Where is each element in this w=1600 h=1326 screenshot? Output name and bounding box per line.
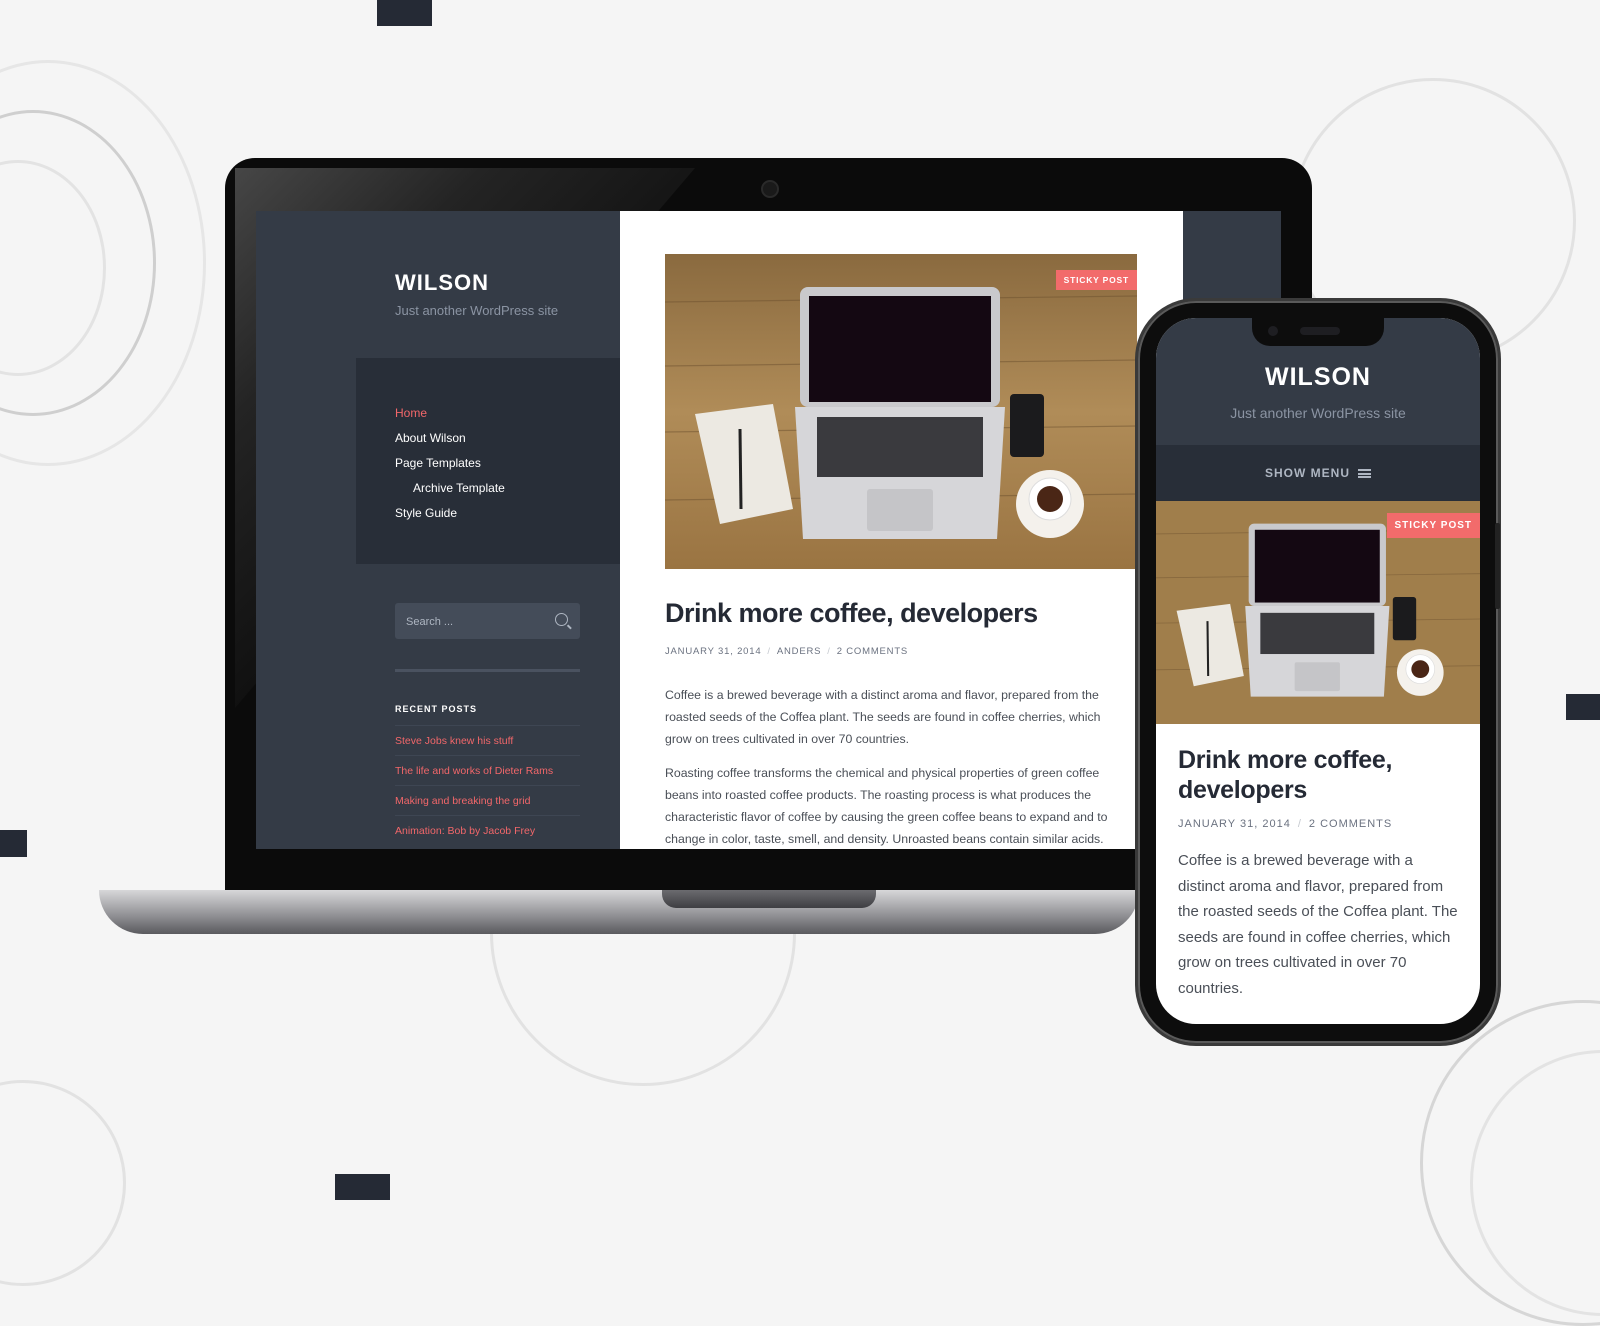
- main-navigation: Home About Wilson Page Templates Archive…: [356, 358, 620, 564]
- search-input[interactable]: [395, 603, 548, 641]
- phone-site-title[interactable]: WILSON: [1156, 363, 1480, 392]
- phone-featured-image[interactable]: STICKY POST: [1156, 501, 1480, 724]
- decorative-square: [377, 0, 432, 26]
- nav-item-style-guide[interactable]: Style Guide: [395, 506, 457, 520]
- nav-item-archive-template[interactable]: Archive Template: [413, 481, 505, 495]
- decorative-square: [0, 830, 27, 857]
- recent-post-link[interactable]: Steve Jobs knew his stuff: [395, 725, 580, 747]
- post-meta: JANUARY 31, 2014 / ANDERS / 2 COMMENTS: [665, 646, 908, 657]
- post-content: STICKY POST Drink more coffee, developer…: [620, 211, 1183, 849]
- laptop-base: [99, 890, 1139, 934]
- meta-separator: /: [767, 646, 771, 657]
- meta-separator: /: [1297, 818, 1302, 830]
- show-menu-label: SHOW MENU: [1265, 466, 1350, 480]
- phone-side-button: [1495, 523, 1500, 609]
- sidebar: WILSON Just another WordPress site Home …: [256, 211, 620, 849]
- nav-item-about-wilson[interactable]: About Wilson: [395, 431, 466, 445]
- recent-post-link[interactable]: The life and works of Dieter Rams: [395, 755, 580, 777]
- meta-separator: /: [827, 646, 831, 657]
- phone-screen: WILSON Just another WordPress site SHOW …: [1156, 318, 1480, 1024]
- decorative-square: [335, 1174, 390, 1200]
- post-comments[interactable]: 2 COMMENTS: [1309, 818, 1392, 830]
- post-date[interactable]: JANUARY 31, 2014: [1178, 818, 1291, 830]
- post-title[interactable]: Drink more coffee, developers: [665, 598, 1038, 629]
- sticky-post-badge: STICKY POST: [1386, 513, 1480, 538]
- laptop-screen: WILSON Just another WordPress site Home …: [256, 211, 1281, 849]
- laptop-camera: [761, 180, 779, 198]
- site-description: Just another WordPress site: [395, 303, 559, 318]
- recent-post-link[interactable]: Making and breaking the grid: [395, 785, 580, 807]
- phone-speaker: [1300, 327, 1340, 335]
- hamburger-icon: [1358, 469, 1371, 479]
- decorative-square: [1566, 694, 1600, 720]
- site-title[interactable]: WILSON: [395, 270, 489, 296]
- decorative-ring: [0, 1080, 126, 1286]
- recent-posts-title: RECENT POSTS: [395, 704, 478, 714]
- phone-camera: [1268, 326, 1278, 336]
- laptop-opening-notch: [662, 890, 876, 908]
- phone-site-description: Just another WordPress site: [1230, 405, 1406, 421]
- divider: [395, 669, 580, 672]
- post-comments[interactable]: 2 COMMENTS: [837, 646, 908, 657]
- post-body: Coffee is a brewed beverage with a disti…: [665, 684, 1120, 849]
- post-author[interactable]: ANDERS: [777, 646, 821, 657]
- nav-item-home[interactable]: Home: [395, 406, 427, 420]
- phone-post-title[interactable]: Drink more coffee, developers: [1178, 745, 1458, 805]
- post-paragraph: Coffee is a brewed beverage with a disti…: [665, 688, 1101, 746]
- nav-item-page-templates[interactable]: Page Templates: [395, 456, 481, 470]
- post-paragraph: Roasting coffee transforms the chemical …: [665, 766, 1108, 846]
- phone-post-meta: JANUARY 31, 2014 / 2 COMMENTS: [1178, 818, 1392, 830]
- laptop-coffee-photo: [665, 254, 1137, 569]
- search-icon[interactable]: [555, 613, 568, 626]
- search-form: [395, 603, 580, 641]
- show-menu-button[interactable]: SHOW MENU: [1156, 445, 1480, 501]
- post-date[interactable]: JANUARY 31, 2014: [665, 646, 761, 657]
- phone-notch: [1252, 318, 1384, 346]
- phone-post-body: Coffee is a brewed beverage with a disti…: [1178, 852, 1458, 997]
- featured-image[interactable]: STICKY POST: [665, 254, 1137, 569]
- recent-post-link[interactable]: Animation: Bob by Jacob Frey: [395, 815, 580, 837]
- sticky-post-badge: STICKY POST: [1055, 270, 1137, 290]
